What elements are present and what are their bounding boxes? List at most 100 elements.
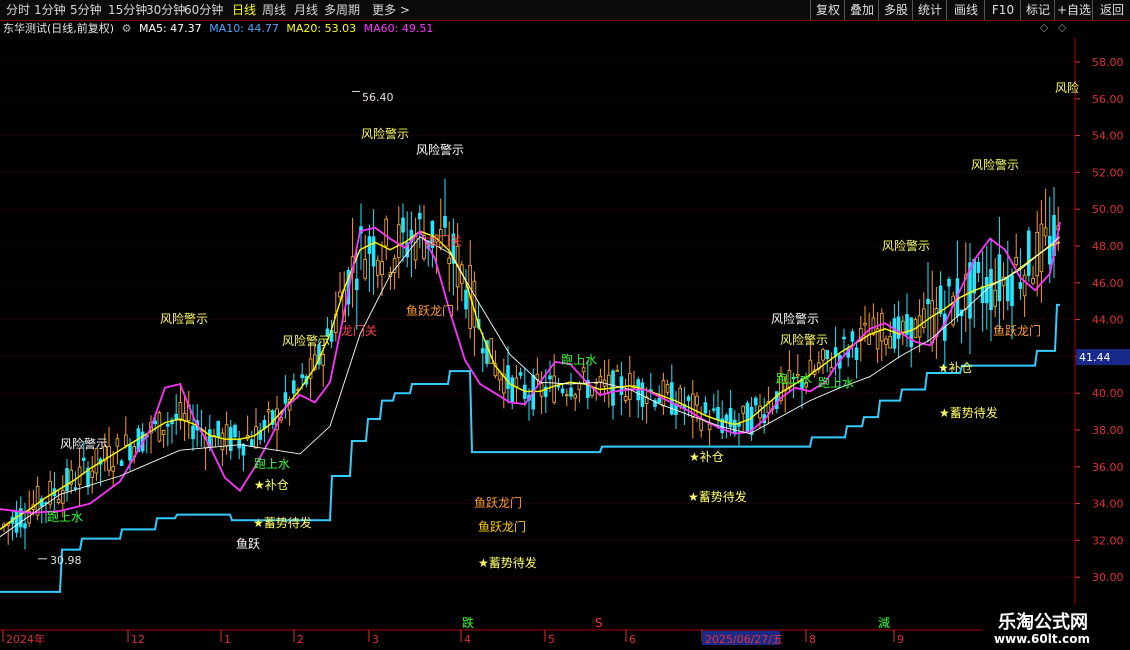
risk-label-7: 风险警示 — [780, 332, 828, 347]
candle-body — [338, 291, 342, 298]
candle-body — [665, 384, 670, 393]
draw-button[interactable]: 画线 — [946, 0, 985, 20]
price-tick-label: 46.00 — [1092, 277, 1124, 290]
dragon-gate-label-1: 鱼跃龙门 — [406, 303, 454, 318]
candle-body — [233, 424, 237, 438]
stock-name: 东华测试(日线,前复权) — [3, 22, 115, 35]
date-tick-label: 12 — [131, 633, 145, 646]
candle-body — [741, 405, 745, 414]
candle-body — [695, 395, 699, 406]
settings-gear-icon[interactable]: ⚙ — [122, 22, 132, 35]
period-60min[interactable]: 60分钟 — [184, 2, 223, 18]
low-price-label: 30.98 — [50, 554, 82, 567]
candle-body — [712, 408, 716, 411]
candle-body — [661, 380, 666, 407]
candle-body — [115, 438, 120, 447]
candle-body — [922, 308, 926, 329]
diamond-icon[interactable]: ◇ — [1040, 21, 1048, 34]
ma10-readout: MA10: 44.77 — [209, 22, 279, 35]
candle-body — [375, 259, 380, 276]
mark-button[interactable]: 标记 — [1020, 0, 1055, 20]
water-label-2: 跑上水 — [254, 457, 290, 471]
back-button[interactable]: 返回 — [1092, 0, 1130, 20]
candle-body — [216, 420, 221, 438]
candle-body — [901, 320, 905, 333]
period-weekly[interactable]: 周线 — [262, 2, 286, 18]
period-intraday[interactable]: 分时 — [6, 2, 30, 18]
price-tick-label: 30.00 — [1092, 571, 1124, 584]
adjust-button[interactable]: 复权 — [810, 0, 845, 20]
fill-label-2: ★补仓 — [689, 450, 724, 464]
date-tick-label: 6 — [629, 633, 636, 646]
candle-body — [724, 414, 729, 422]
stats-button[interactable]: 统计 — [912, 0, 947, 20]
candle-body — [1027, 230, 1031, 276]
risk-label-5: 风险警示 — [416, 142, 464, 157]
period-monthly[interactable]: 月线 — [294, 2, 318, 18]
candle-body — [1048, 236, 1052, 265]
period-multi[interactable]: 多周期 — [324, 2, 360, 18]
risk-label-9: 风险警示 — [971, 157, 1019, 172]
period-5min[interactable]: 5分钟 — [70, 2, 102, 18]
period-15min[interactable]: 15分钟 — [108, 2, 147, 18]
candle-body — [472, 280, 477, 328]
date-tick-label: 2025/06/27/五 — [705, 633, 783, 646]
candle-body — [124, 434, 128, 446]
candle-body — [686, 396, 691, 401]
candle-body — [892, 318, 897, 349]
period-30min[interactable]: 30分钟 — [146, 2, 185, 18]
water-label-1: 跑上水 — [47, 510, 83, 524]
high-price-label: 56.40 — [362, 91, 394, 104]
multi-stock-button[interactable]: 多股 — [878, 0, 913, 20]
gate-label-2: 龙门关 — [426, 233, 462, 248]
series-ma60-line — [0, 236, 1061, 538]
period-1min[interactable]: 1分钟 — [34, 2, 66, 18]
candle-body — [61, 489, 65, 504]
candle-body — [888, 335, 892, 349]
risk-label-3: 风险警示 — [282, 333, 330, 348]
current-price-label: 41.44 — [1079, 351, 1111, 364]
candle-body — [1043, 227, 1048, 237]
candle-body — [854, 347, 859, 360]
candle-body — [380, 261, 384, 275]
f10-button[interactable]: F10 — [984, 0, 1021, 20]
candle-body — [464, 289, 468, 310]
candle-body — [363, 259, 367, 279]
candle-body — [447, 257, 451, 264]
expand-icon[interactable]: ◇ — [1058, 21, 1066, 34]
candle-body — [821, 349, 825, 361]
candle-body — [863, 323, 867, 326]
candle-body — [224, 424, 229, 447]
fill-label-1: ★补仓 — [254, 478, 289, 492]
candle-body — [909, 317, 913, 348]
candle-body — [880, 313, 884, 342]
date-tick-label: 5 — [548, 633, 555, 646]
date-axis: 2024年 12 1 2 3 4 5 6 2025/06/27/五 8 9 — [2, 630, 904, 646]
overlay-button[interactable]: 叠加 — [844, 0, 879, 20]
date-tick-label: 3 — [372, 633, 379, 646]
ma20-readout: MA20: 53.03 — [286, 22, 357, 35]
indicator-title-bar: 东华测试(日线,前复权) ⚙ MA5: 47.37 MA10: 44.77 MA… — [0, 21, 437, 37]
candle-body — [993, 289, 997, 307]
waiting-label-1: ★蓄势待发 — [253, 515, 312, 530]
s-marker: S — [595, 616, 603, 630]
candle-body — [56, 499, 61, 503]
candle-body — [842, 336, 846, 340]
add-watchlist-button[interactable]: +自选 — [1054, 0, 1093, 20]
price-tick-label: 34.00 — [1092, 498, 1124, 511]
candle-body — [82, 457, 86, 461]
waiting-label-4: ★蓄势待发 — [939, 405, 998, 420]
period-more[interactable]: 更多 > — [372, 2, 410, 18]
watermark: 乐淘公式网 www.60lt.com — [982, 604, 1130, 650]
indicator-lines — [0, 221, 1061, 593]
price-tick-label: 56.00 — [1092, 93, 1124, 106]
candle-body — [565, 394, 569, 397]
candle-body — [443, 216, 447, 228]
period-daily[interactable]: 日线 — [232, 2, 256, 18]
candle-body — [165, 423, 170, 427]
date-tick-label: 1 — [224, 633, 231, 646]
candle-body — [291, 380, 296, 394]
candle-body — [560, 388, 565, 394]
candle-body — [300, 374, 304, 379]
candle-body — [623, 396, 628, 402]
